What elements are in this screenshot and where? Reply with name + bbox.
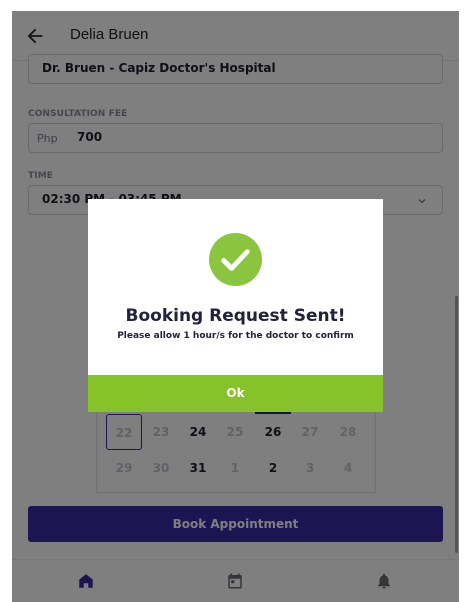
dialog-message: Please allow 1 hour/s for the doctor to … [117, 331, 354, 341]
ok-button[interactable]: Ok [88, 375, 383, 412]
app-frame: Delia Bruen Dr. Bruen - Capiz Doctor's H… [12, 11, 459, 602]
booking-confirmation-dialog: Booking Request Sent! Please allow 1 hou… [88, 199, 383, 412]
success-check-icon [209, 233, 262, 286]
dialog-title: Booking Request Sent! [125, 306, 346, 326]
